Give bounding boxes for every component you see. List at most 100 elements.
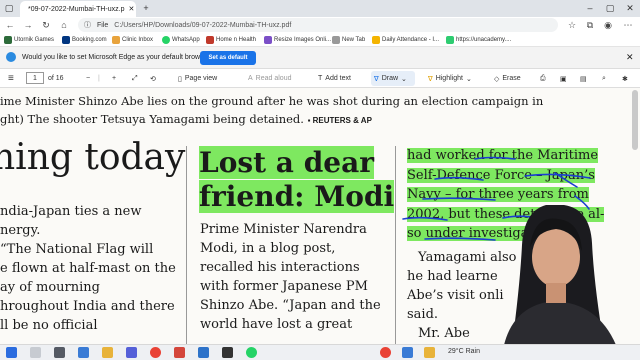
chrome-icon[interactable] <box>150 347 161 358</box>
rotate-icon[interactable]: ⟲ <box>150 72 156 85</box>
set-as-default-button[interactable]: Set as default <box>200 51 256 65</box>
profile-icon[interactable]: ◉ <box>602 19 614 31</box>
zoom-out-icon[interactable]: − <box>86 72 90 85</box>
bookmark-item[interactable]: Home n Health <box>206 35 256 45</box>
whatsapp-icon <box>162 36 170 44</box>
bookmark-icon <box>372 36 380 44</box>
ink-stroke <box>402 216 448 221</box>
bookmark-icon <box>112 36 120 44</box>
edge-icon <box>6 52 16 62</box>
ink-stroke <box>422 197 496 201</box>
bookmark-icon <box>4 36 12 44</box>
read-aloud-icon: A <box>248 75 253 82</box>
left-col-line: hroughout India and there <box>0 299 175 314</box>
url-text: C:/Users/HP/Downloads/09-07-2022-Mumbai-… <box>114 21 292 29</box>
photo-caption-line: ght) The shooter Tetsuya Yamagami being … <box>0 112 372 126</box>
read-aloud-button[interactable]: A Read aloud <box>248 72 291 85</box>
home-icon[interactable]: ⌂ <box>58 19 70 31</box>
right-col-line: Abe’s visit onli <box>407 288 504 303</box>
presenter-video-overlay <box>504 205 616 345</box>
mid-col-line: with former Japanese PM <box>200 279 368 294</box>
photo-caption-line: ime Minister Shinzo Abe lies on the grou… <box>0 94 544 108</box>
taskbar-app-icon[interactable] <box>424 347 435 358</box>
bookmark-item[interactable]: Utornik Games <box>4 35 54 45</box>
start-icon[interactable] <box>6 347 17 358</box>
taskbar-app-icon[interactable] <box>380 347 391 358</box>
mid-col-line: Shinzo Abe. “Japan and the <box>200 298 381 313</box>
browser-tab[interactable]: *09-07-2022-Mumbai-TH-uxz.p ✕ <box>20 1 136 17</box>
save-icon[interactable]: ▣ <box>560 72 567 85</box>
weather-widget[interactable]: 29°C Rain <box>448 348 480 355</box>
window-menu-icon[interactable]: ▢ <box>3 2 15 14</box>
bookmark-icon <box>62 36 70 44</box>
default-browser-banner: Would you like to set Microsoft Edge as … <box>0 47 640 69</box>
taskbar-app-icon[interactable] <box>174 347 185 358</box>
taskbar-app-icon[interactable] <box>198 347 209 358</box>
left-col-line: nergy. <box>0 223 41 238</box>
ink-stroke <box>424 237 496 241</box>
erase-button[interactable]: ◇ Erase <box>494 72 521 85</box>
print-icon[interactable]: ⎙ <box>540 72 546 85</box>
whatsapp-taskbar-icon[interactable] <box>246 347 257 358</box>
fit-page-icon[interactable]: ⤢ <box>132 72 138 85</box>
pdf-search-icon[interactable]: ⌕ <box>602 72 606 85</box>
contents-icon[interactable]: ≡ <box>8 72 14 85</box>
headline-middle: Lost a dear friend: Modi <box>199 146 395 214</box>
bookmark-icon <box>264 36 272 44</box>
page-view-icon: ▯ <box>178 75 182 83</box>
close-window-icon[interactable]: ✕ <box>624 2 636 14</box>
forward-icon[interactable]: → <box>22 19 34 31</box>
eraser-icon: ◇ <box>494 75 500 83</box>
right-col-line: Mr. Abe <box>418 326 470 341</box>
page-number-input[interactable]: 1 <box>26 72 44 84</box>
bookmark-item[interactable]: Booking.com <box>62 35 107 45</box>
task-view-icon[interactable] <box>54 347 65 358</box>
minimize-icon[interactable]: – <box>584 2 596 14</box>
address-bar-row: ← → ↻ ⌂ ⓘ File C:/Users/HP/Downloads/09-… <box>0 17 640 33</box>
taskbar-app-icon[interactable] <box>402 347 413 358</box>
column-rule <box>186 146 187 344</box>
save-as-icon[interactable]: ▤ <box>580 72 587 85</box>
new-tab-icon[interactable]: + <box>140 2 152 14</box>
add-text-button[interactable]: T Add text <box>318 72 351 85</box>
favorites-icon[interactable]: ☆ <box>566 19 578 31</box>
bookmark-item[interactable]: https://unacademy.... <box>446 35 511 45</box>
draw-button[interactable]: ∇ Draw ⌄ <box>374 72 407 85</box>
scrollbar-thumb[interactable] <box>632 90 638 150</box>
left-col-line: “The National Flag will <box>0 242 154 257</box>
photo-credit: ▪ REUTERS & AP <box>307 116 372 125</box>
bookmark-item[interactable]: Clinic Inbox <box>112 35 153 45</box>
banner-text: Would you like to set Microsoft Edge as … <box>22 54 214 61</box>
taskbar-app-icon[interactable] <box>126 347 137 358</box>
screen: ▢ *09-07-2022-Mumbai-TH-uxz.p ✕ + – ▢ ✕ … <box>0 0 640 360</box>
add-text-icon: T <box>318 75 323 82</box>
pin-icon[interactable]: ✱ <box>622 72 628 85</box>
url-field[interactable]: ⓘ File C:/Users/HP/Downloads/09-07-2022-… <box>78 18 558 32</box>
file-explorer-icon[interactable] <box>102 347 113 358</box>
close-tab-icon[interactable]: ✕ <box>128 5 134 13</box>
search-icon[interactable] <box>30 347 41 358</box>
bookmark-item[interactable]: Daily Attendance - I... <box>372 35 439 45</box>
page-view-button[interactable]: ▯ Page view <box>178 72 217 85</box>
taskbar: 29°C Rain <box>0 344 640 360</box>
bookmark-icon <box>446 36 454 44</box>
bookmark-item[interactable]: Resize Images Onli... <box>264 35 331 45</box>
close-banner-icon[interactable]: ✕ <box>626 52 634 63</box>
chevron-down-icon: ⌄ <box>465 75 472 83</box>
back-icon[interactable]: ← <box>4 19 16 31</box>
refresh-icon[interactable]: ↻ <box>40 19 52 31</box>
ink-stroke <box>474 156 516 160</box>
bookmark-item[interactable]: WhatsApp <box>162 35 200 45</box>
zoom-in-icon[interactable]: + <box>112 72 116 85</box>
edge-taskbar-icon[interactable] <box>78 347 89 358</box>
bookmarks-bar: Utornik Games Booking.com Clinic Inbox W… <box>0 33 640 47</box>
bookmark-item[interactable]: New Tab <box>332 35 365 45</box>
mid-col-line: Modi, in a blog post, <box>200 241 336 256</box>
collections-icon[interactable]: ⧉ <box>584 19 596 31</box>
highlight-button[interactable]: ∇ Highlight ⌄ <box>428 72 472 85</box>
maximize-icon[interactable]: ▢ <box>604 2 616 14</box>
more-menu-icon[interactable]: ⋯ <box>622 19 634 31</box>
taskbar-app-icon[interactable] <box>222 347 233 358</box>
draw-pen-icon: ∇ <box>374 75 379 83</box>
tab-bar: ▢ *09-07-2022-Mumbai-TH-uxz.p ✕ + – ▢ ✕ <box>0 0 640 17</box>
